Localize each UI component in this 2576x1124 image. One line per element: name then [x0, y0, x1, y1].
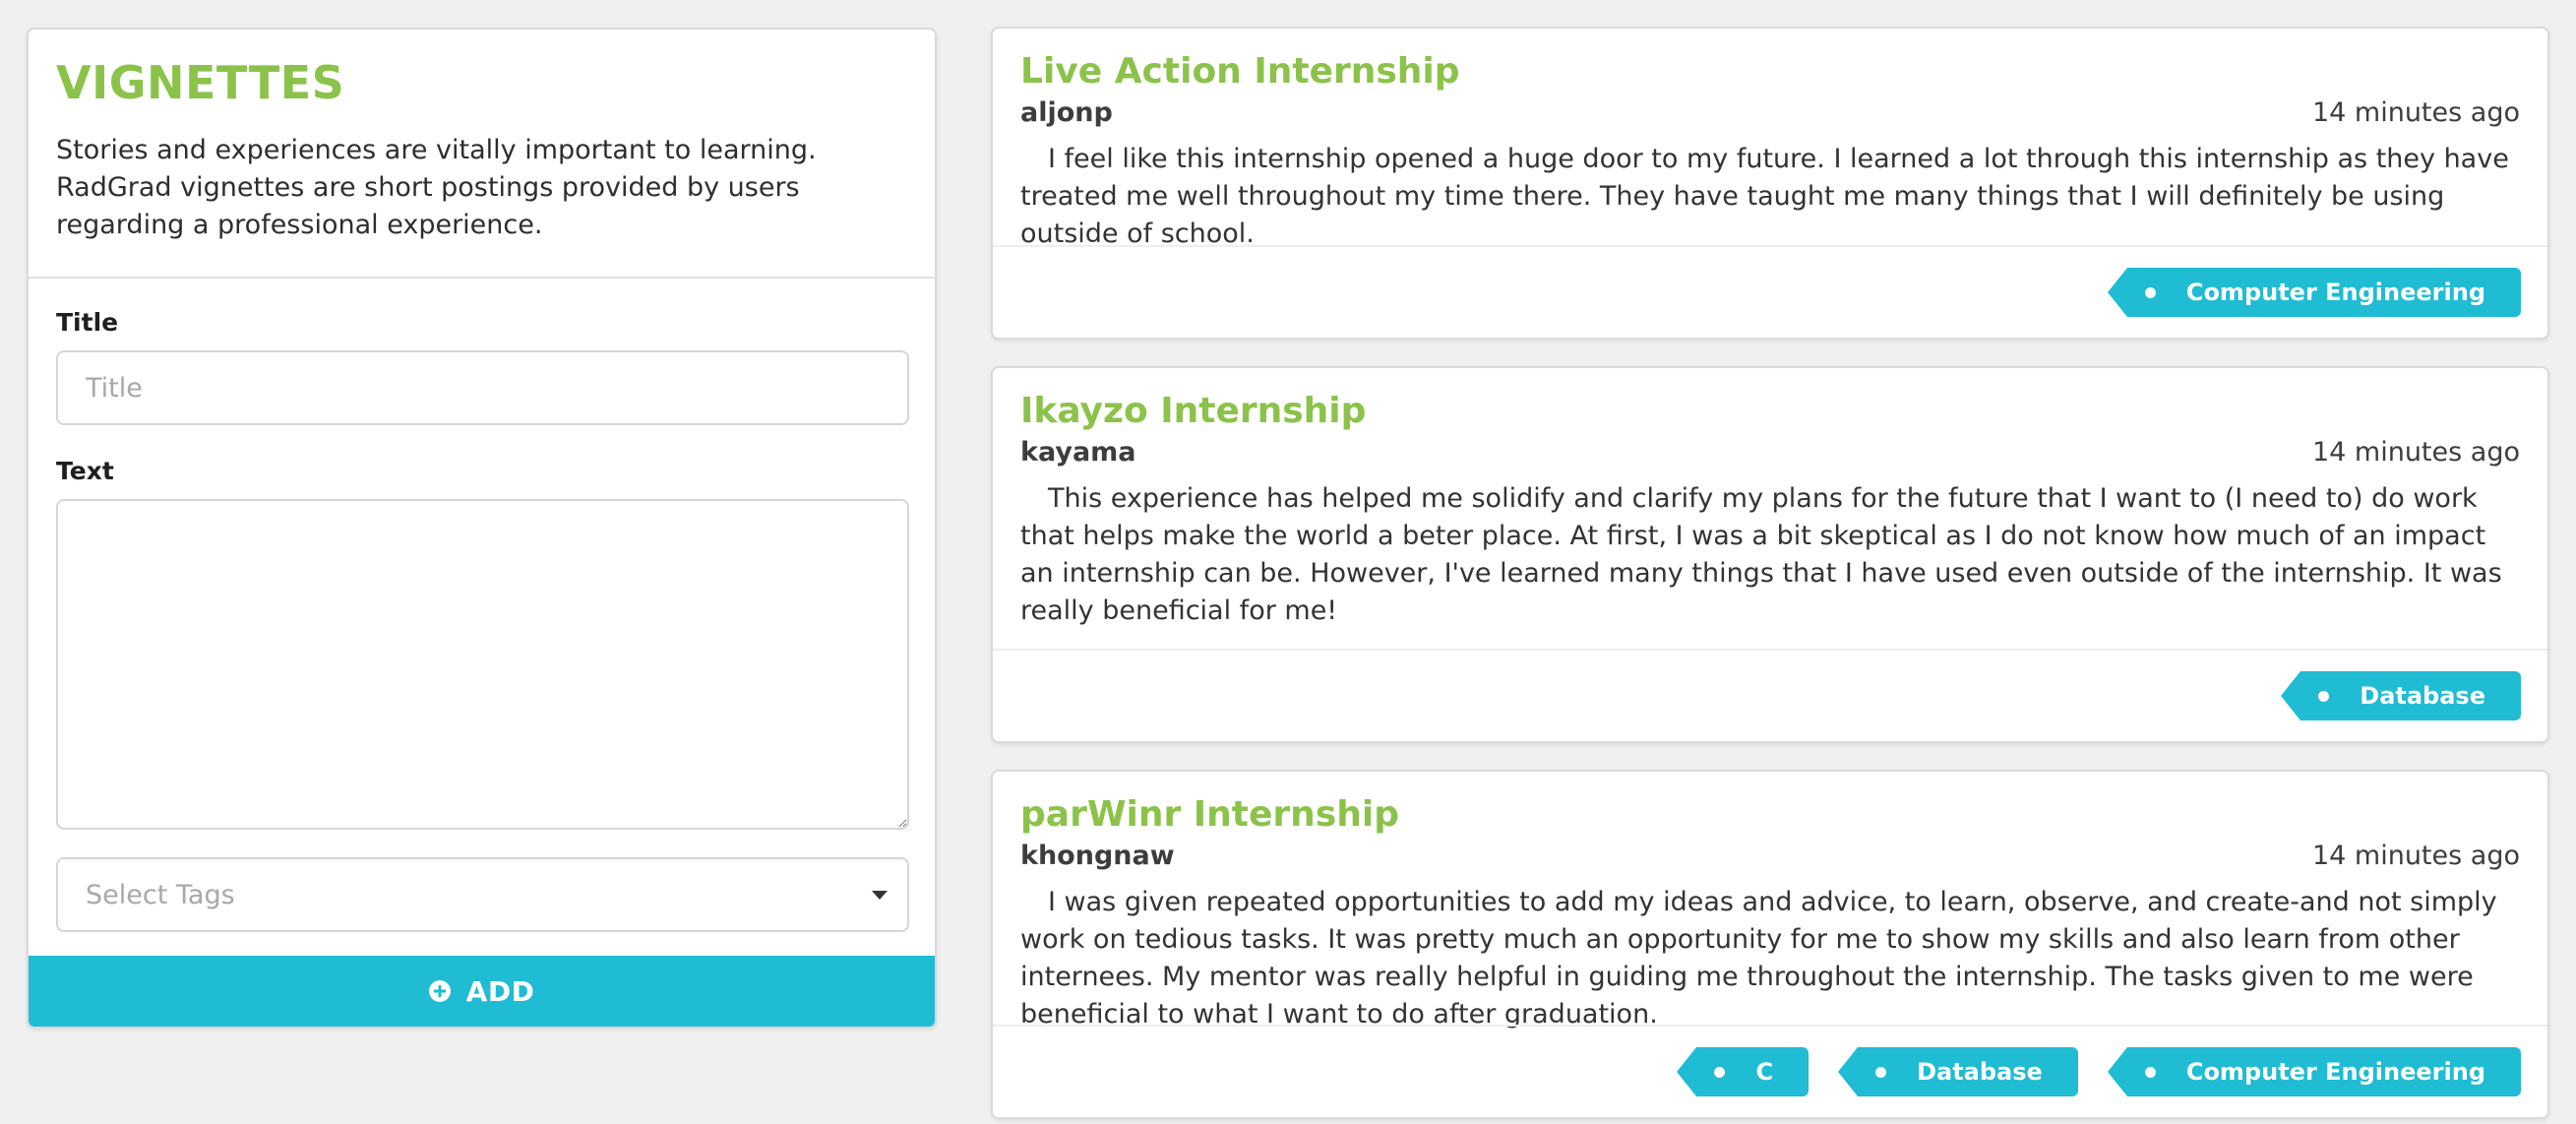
tag-hole-icon — [2144, 286, 2156, 298]
title-input[interactable] — [56, 350, 909, 425]
tag-text: Computer Engineering — [2185, 279, 2485, 306]
add-button[interactable]: ADD — [29, 956, 935, 1027]
plus-circle-icon — [428, 980, 451, 1002]
vignette-meta: khongnaw 14 minutes ago — [1020, 839, 2520, 874]
vignette-text: I was given repeated opportunities to ad… — [1020, 887, 2497, 1030]
vignette-time: 14 minutes ago — [2311, 437, 2520, 468]
tag-label[interactable]: Computer Engineering — [2107, 1047, 2521, 1096]
vignette-tags: C Database Computer Engineering — [993, 1025, 2547, 1117]
tags-placeholder: Select Tags — [86, 879, 235, 910]
tag-hole-icon — [2144, 1066, 2156, 1078]
vignette-meta: aljonp 14 minutes ago — [1020, 95, 2520, 131]
vignette-author: kayama — [1020, 437, 1136, 468]
vignette-card: Live Action Internship aljonp 14 minutes… — [991, 27, 2549, 340]
title-label: Title — [56, 308, 119, 337]
tag-text: Database — [1917, 1058, 2043, 1086]
vignette-tags: Database — [993, 649, 2547, 741]
tags-select[interactable]: Select Tags — [56, 857, 909, 932]
page-title: VIGNETTES — [56, 56, 345, 109]
vignette-text: I feel like this internship opened a hug… — [1020, 144, 2509, 249]
form-header: VIGNETTES Stories and experiences are vi… — [29, 30, 935, 279]
vignette-title[interactable]: Ikayzo Internship — [1020, 388, 2520, 435]
tag-hole-icon — [1875, 1066, 1887, 1078]
vignette-card: parWinr Internship khongnaw 14 minutes a… — [991, 770, 2549, 1119]
tag-text: C — [1755, 1058, 1774, 1086]
tag-label[interactable]: Computer Engineering — [2107, 268, 2521, 317]
tag-text: Database — [2360, 682, 2485, 710]
vignette-card: Ikayzo Internship kayama 14 minutes ago … — [991, 366, 2549, 743]
text-label: Text — [56, 457, 114, 485]
tag-label[interactable]: C — [1677, 1047, 1809, 1096]
tag-label[interactable]: Database — [1838, 1047, 2078, 1096]
vignette-meta: kayama 14 minutes ago — [1020, 435, 2520, 470]
tag-hole-icon — [1714, 1066, 1726, 1078]
form-body: Title Text Select Tags — [29, 279, 935, 932]
vignette-author: aljonp — [1020, 97, 1113, 128]
intro-text: Stories and experiences are vitally impo… — [56, 135, 817, 240]
dropdown-caret-icon — [872, 890, 888, 900]
vignette-time: 14 minutes ago — [2311, 97, 2520, 128]
text-input[interactable] — [56, 499, 909, 830]
tag-label[interactable]: Database — [2281, 671, 2521, 720]
vignette-title[interactable]: parWinr Internship — [1020, 791, 2520, 839]
vignette-title[interactable]: Live Action Internship — [1020, 48, 2520, 95]
tag-text: Computer Engineering — [2185, 1058, 2485, 1086]
add-button-label: ADD — [465, 974, 535, 1008]
add-vignette-form: VIGNETTES Stories and experiences are vi… — [27, 28, 937, 1029]
vignette-author: khongnaw — [1020, 841, 1175, 871]
vignette-text: This experience has helped me solidify a… — [1020, 483, 2502, 626]
tag-hole-icon — [2318, 690, 2330, 702]
vignette-tags: Computer Engineering — [993, 245, 2547, 338]
vignette-time: 14 minutes ago — [2311, 841, 2520, 871]
